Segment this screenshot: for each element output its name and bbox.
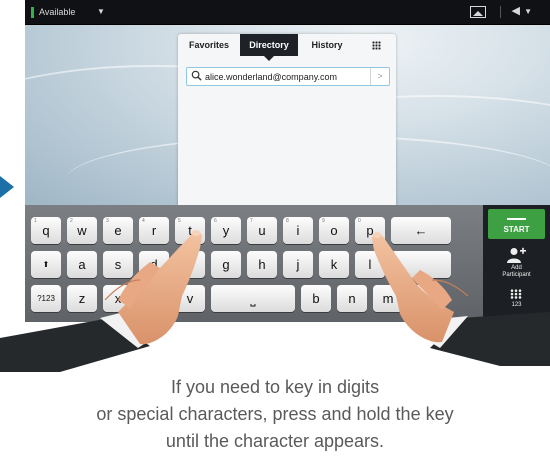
add-participant-label-line1: Add <box>511 265 522 271</box>
key-p[interactable]: 0p <box>355 217 385 244</box>
backspace-icon: ← <box>414 223 428 238</box>
presence-indicator <box>31 6 34 18</box>
caption-line-3: until the character appears. <box>165 431 385 451</box>
key-d[interactable]: d <box>139 251 169 278</box>
keypad-icon <box>371 41 381 51</box>
key-i[interactable]: 8i <box>283 217 313 244</box>
key-digit-hint: 0 <box>358 218 361 224</box>
device-screen: Available ▼ ◀ ▼ Favorites Directory Hist… <box>25 0 550 322</box>
key-n[interactable]: n <box>337 285 367 312</box>
key-digit-hint: 3 <box>106 218 109 224</box>
key-t[interactable]: 5t <box>175 217 205 244</box>
key-c[interactable]: c <box>139 285 169 312</box>
key-label: w <box>77 223 87 238</box>
shift-icon: ⬆ <box>42 260 50 269</box>
key-digit-hint: 5 <box>178 218 181 224</box>
space-icon: ⎵ <box>250 291 256 306</box>
key-label: y <box>222 223 230 238</box>
symbols-key[interactable]: ?123 <box>31 285 61 312</box>
status-bar: Available ▼ ◀ ▼ <box>25 0 550 25</box>
key-b[interactable]: b <box>301 285 331 312</box>
enter-key[interactable] <box>391 251 451 278</box>
key-label: r <box>151 223 157 238</box>
caption-line-2: or special characters, press and hold th… <box>96 404 454 424</box>
key-label: i <box>296 223 300 238</box>
shift-key[interactable]: ⬆ <box>31 251 61 278</box>
search-input[interactable] <box>205 68 365 85</box>
call-action-bar: START Add Participant 123 <box>483 205 550 322</box>
divider <box>500 6 501 18</box>
key-label: u <box>258 223 266 238</box>
keypad-label: 123 <box>511 302 522 308</box>
search-field[interactable]: > <box>186 67 390 86</box>
caption-line-1: If you need to key in digits <box>170 377 380 397</box>
key-w[interactable]: 2w <box>67 217 97 244</box>
key-u[interactable]: 7u <box>247 217 277 244</box>
tab-history[interactable]: History <box>298 34 356 56</box>
directory-tabs: Favorites Directory History <box>178 34 396 61</box>
backspace-key[interactable]: ← <box>391 217 451 244</box>
on-screen-keyboard: 1q 2w 3e 4r 5t 6y 7u 8i 9o 0p ← ⬆ a s d … <box>25 205 483 322</box>
start-icon <box>507 218 526 220</box>
key-period[interactable]: . <box>409 285 439 312</box>
key-x[interactable]: x <box>103 285 133 312</box>
add-participant-icon[interactable] <box>506 247 526 263</box>
key-r[interactable]: 4r <box>139 217 169 244</box>
space-key[interactable]: ⎵ <box>211 285 295 312</box>
tab-directory[interactable]: Directory <box>240 34 298 61</box>
key-h[interactable]: h <box>247 251 277 278</box>
tab-favorites[interactable]: Favorites <box>178 34 240 56</box>
start-label: START <box>503 225 530 234</box>
arrow-icon <box>0 176 14 198</box>
presence-status[interactable]: Available <box>31 6 75 18</box>
key-digit-hint: 2 <box>70 218 73 224</box>
key-o[interactable]: 9o <box>319 217 349 244</box>
key-digit-hint: 7 <box>250 218 253 224</box>
key-f[interactable]: f <box>175 251 205 278</box>
key-q[interactable]: 1q <box>31 217 61 244</box>
presence-label: Available <box>39 7 76 17</box>
key-e[interactable]: 3e <box>103 217 133 244</box>
selfview-icon[interactable] <box>470 6 486 18</box>
chevron-down-icon[interactable]: ▼ <box>524 7 532 16</box>
key-digit-hint: 6 <box>214 218 217 224</box>
key-digit-hint: 9 <box>322 218 325 224</box>
wallpaper: Favorites Directory History > <box>25 25 550 209</box>
key-s[interactable]: s <box>103 251 133 278</box>
keypad-icon[interactable] <box>510 289 522 299</box>
key-a[interactable]: a <box>67 251 97 278</box>
tab-keypad[interactable] <box>356 34 396 56</box>
chevron-down-icon[interactable]: ▼ <box>97 7 105 16</box>
key-label: p <box>366 223 374 238</box>
chevron-right-icon[interactable]: > <box>370 68 389 85</box>
key-label: e <box>114 223 122 238</box>
add-participant-label[interactable]: Add Participant <box>483 265 550 279</box>
key-z[interactable]: z <box>67 285 97 312</box>
start-call-button[interactable]: START <box>488 209 545 239</box>
key-label: t <box>188 223 192 238</box>
key-m[interactable]: m <box>373 285 403 312</box>
key-g[interactable]: g <box>211 251 241 278</box>
add-participant-label-line2: Participant <box>502 272 531 278</box>
key-label: q <box>42 223 50 238</box>
key-l[interactable]: l <box>355 251 385 278</box>
key-k[interactable]: k <box>319 251 349 278</box>
volume-icon[interactable]: ◀ <box>512 4 520 17</box>
key-digit-hint: 4 <box>142 218 145 224</box>
key-v[interactable]: v <box>175 285 205 312</box>
key-digit-hint: 1 <box>34 218 37 224</box>
key-y[interactable]: 6y <box>211 217 241 244</box>
instruction-caption: If you need to key in digits or special … <box>0 374 550 455</box>
key-label: o <box>330 223 338 238</box>
directory-panel: Favorites Directory History > <box>178 34 396 209</box>
search-icon <box>191 70 202 81</box>
key-j[interactable]: j <box>283 251 313 278</box>
key-digit-hint: 8 <box>286 218 289 224</box>
